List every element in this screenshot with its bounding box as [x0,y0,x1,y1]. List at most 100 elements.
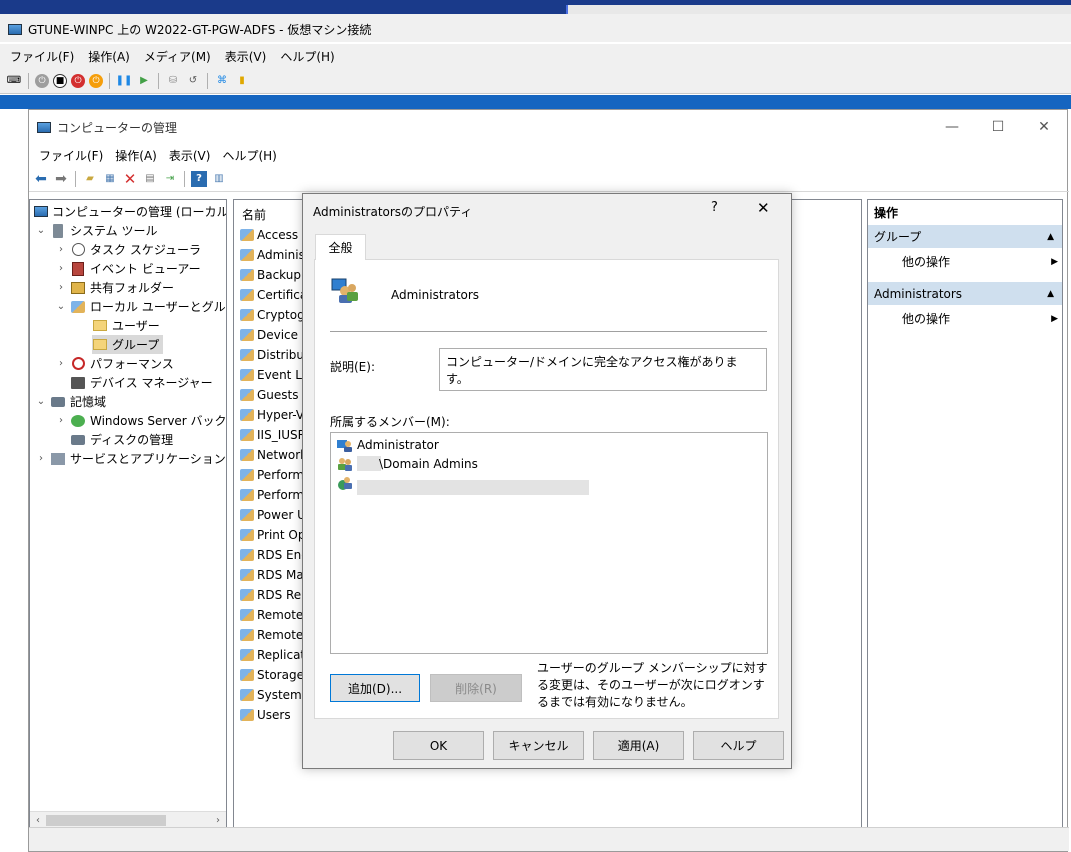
group-list-item[interactable]: Performa [240,465,311,485]
tree-item-services-applications[interactable]: › サービスとアプリケーション [36,449,226,468]
scroll-right-icon[interactable]: › [211,813,225,828]
group-list-item[interactable]: Remote [240,605,303,625]
checkpoint-icon[interactable]: ⛁ [165,73,181,89]
pause-icon[interactable]: ❚❚ [116,73,133,89]
expand-icon[interactable]: › [56,282,66,293]
cm-menu-action[interactable]: 操作(A) [115,147,157,164]
show-action-pane-icon[interactable]: ▥ [211,171,227,187]
member-item[interactable]: \Domain Admins [337,454,478,473]
tab-general[interactable]: 全般 [315,234,366,260]
tree-item-event-viewer[interactable]: › イベント ビューアー [56,259,201,278]
actions-section-administrators[interactable]: Administrators ▲ [868,282,1062,305]
revert-icon[interactable]: ↺ [185,73,201,89]
vm-menu-help[interactable]: ヘルプ(H) [280,48,334,65]
cm-menu-file[interactable]: ファイル(F) [39,147,103,164]
group-list-item[interactable]: Cryptogr [240,305,310,325]
dialog-help-button[interactable]: ? [711,200,718,215]
show-hide-tree-icon[interactable]: ▦ [102,171,118,187]
tree-item-users[interactable]: ユーザー [92,316,160,335]
expand-icon[interactable]: › [36,453,46,464]
properties-icon[interactable]: ▤ [142,171,158,187]
expand-icon[interactable]: › [56,358,66,369]
expand-icon[interactable]: › [56,244,66,255]
group-list-item[interactable]: Administ [240,245,310,265]
delete-icon[interactable]: ✕ [122,170,138,188]
minimize-button[interactable]: — [929,110,975,144]
more-actions-groups[interactable]: 他の操作 ▶ [902,251,1058,272]
vm-menu-view[interactable]: 表示(V) [225,48,267,65]
save-state-icon[interactable]: ⏻ [89,73,103,88]
tree-item-device-manager[interactable]: デバイス マネージャー [70,373,213,392]
group-list-item[interactable]: Hyper-V [240,405,304,425]
tree-item-shared-folders[interactable]: › 共有フォルダー [56,278,174,297]
apply-button[interactable]: 適用(A) [593,731,684,760]
member-item[interactable]: Administrator [337,435,439,454]
cm-menu-help[interactable]: ヘルプ(H) [222,147,276,164]
tree-item-root[interactable]: コンピューターの管理 (ローカル) [34,202,226,221]
turn-off-icon[interactable]: ■ [53,73,67,88]
scrollbar-thumb[interactable] [46,815,166,826]
tree-item-disk-management[interactable]: ディスクの管理 [70,430,173,449]
shutdown-icon[interactable]: ⏻ [71,73,85,88]
share-icon[interactable]: ▮ [234,73,250,89]
group-list-item[interactable]: Print Op [240,525,305,545]
expand-icon[interactable]: ⌄ [56,301,66,312]
tree-item-groups[interactable]: グループ [92,335,164,354]
up-folder-icon[interactable]: ▰ [82,171,98,187]
group-list-item[interactable]: Network [240,445,307,465]
tree-item-storage[interactable]: ⌄ 記憶域 [36,392,106,411]
group-list-item[interactable]: Device O [240,325,311,345]
group-list-item[interactable]: Users [240,705,291,725]
enhanced-session-icon[interactable]: ⌘ [214,73,230,89]
ctrl-alt-del-icon[interactable]: ⌨ [6,73,22,89]
description-field[interactable]: コンピューター/ドメインに完全なアクセス権があります。 [439,348,767,391]
vm-menu-action[interactable]: 操作(A) [88,48,130,65]
resume-icon[interactable]: ▶ [136,73,152,89]
back-icon[interactable]: ⬅ [33,171,49,187]
expand-icon[interactable]: › [56,263,66,274]
tree-item-task-scheduler[interactable]: › タスク スケジューラ [56,240,201,259]
close-button[interactable]: ✕ [1021,110,1067,144]
group-list-item[interactable]: Access C [240,225,310,245]
group-list-item[interactable]: Performa [240,485,311,505]
group-list-item[interactable]: Event Lo [240,365,309,385]
expand-icon[interactable]: › [56,415,66,426]
group-list-item[interactable]: Guests [240,385,299,405]
cm-menu-view[interactable]: 表示(V) [169,147,211,164]
column-header-name[interactable]: 名前 [242,206,266,223]
vm-menu-media[interactable]: メディア(M) [144,48,211,65]
forward-icon[interactable]: ➡ [53,171,69,187]
expand-icon[interactable]: ⌄ [36,225,46,236]
tree-horizontal-scrollbar[interactable]: ‹ › [30,811,226,828]
export-list-icon[interactable]: ⇥ [162,171,178,187]
general-tab-panel: Administrators 説明(E): コンピューター/ドメインに完全なアク… [314,259,779,719]
help-button[interactable]: ヘルプ [693,731,784,760]
tree-item-local-users-groups[interactable]: ⌄ ローカル ユーザーとグループ [56,297,226,316]
group-list-item[interactable]: RDS Mar [240,565,309,585]
tree-item-performance[interactable]: › パフォーマンス [56,354,174,373]
start-icon[interactable]: ⏻ [35,73,49,88]
cancel-button[interactable]: キャンセル [493,731,584,760]
tree-item-windows-server-backup[interactable]: › Windows Server バックアップ [56,411,226,430]
maximize-button[interactable]: ☐ [975,110,1021,144]
remove-button[interactable]: 削除(R) [430,674,522,702]
scroll-left-icon[interactable]: ‹ [31,813,45,828]
help-icon[interactable]: ? [191,170,207,187]
group-list-item[interactable]: RDS End [240,545,309,565]
tree-label: グループ [112,338,160,352]
more-actions-administrators[interactable]: 他の操作 ▶ [902,308,1058,329]
members-list[interactable]: Administrator \Domain Admins [330,432,768,654]
member-item[interactable] [337,473,589,495]
vm-menu-file[interactable]: ファイル(F) [10,48,74,65]
actions-section-groups[interactable]: グループ ▲ [868,225,1062,248]
ok-button[interactable]: OK [393,731,484,760]
group-list-item[interactable]: Distribut [240,345,309,365]
group-list-item[interactable]: Remote [240,625,303,645]
tree-item-system-tools[interactable]: ⌄ システム ツール [36,221,157,240]
collapse-icon[interactable]: ▲ [1047,289,1054,299]
add-button[interactable]: 追加(D)... [330,674,420,702]
collapse-icon[interactable]: ▲ [1047,232,1054,242]
dialog-close-button[interactable]: ✕ [757,199,770,217]
expand-icon[interactable]: ⌄ [36,396,46,407]
group-list-item[interactable]: Storage [240,665,304,685]
